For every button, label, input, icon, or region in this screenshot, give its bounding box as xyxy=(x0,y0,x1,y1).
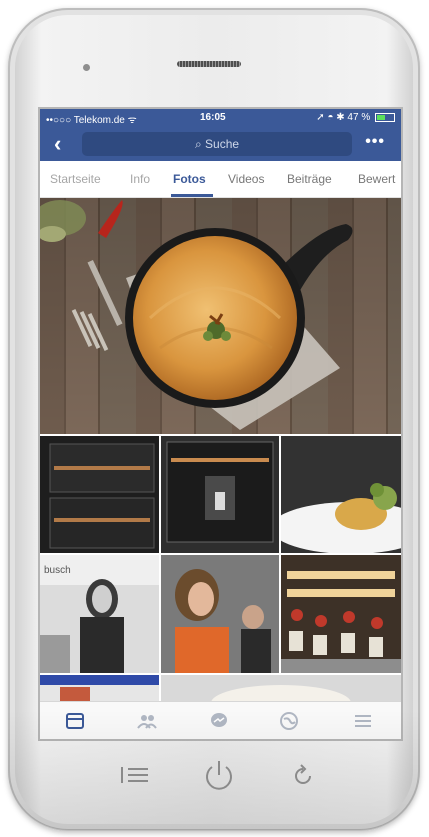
photo-woman-bw[interactable]: busch xyxy=(40,555,159,673)
tab-bewertungen[interactable]: Bewert xyxy=(358,172,395,186)
photo-hero-pie[interactable] xyxy=(40,198,401,434)
battery-icon xyxy=(375,112,395,122)
photo-oven-black[interactable] xyxy=(40,436,159,553)
menu-icon xyxy=(355,715,371,727)
tab-info[interactable]: Info xyxy=(130,172,150,186)
status-bar: ••○○○ Telekom.de ᯤ 16:05 ➚ ◓ ✱ 47 % xyxy=(40,109,401,127)
status-indicators: ➚ ◓ ✱ 47 % xyxy=(316,112,395,123)
tab-beitraege[interactable]: Beiträge xyxy=(287,172,332,186)
friends-tab[interactable] xyxy=(136,710,158,732)
tab-startseite[interactable]: Startseite xyxy=(50,172,101,186)
svg-text:busch: busch xyxy=(44,565,71,576)
woman-orange-illustration xyxy=(161,555,279,673)
feed-icon xyxy=(66,713,84,729)
tab-videos[interactable]: Videos xyxy=(228,172,264,186)
power-button[interactable] xyxy=(202,759,236,798)
earpiece-speaker xyxy=(177,61,241,67)
messenger-icon xyxy=(211,713,227,727)
pie-photo-illustration xyxy=(40,198,401,434)
search-field[interactable]: ⌕ Suche xyxy=(82,132,352,156)
menu-tab[interactable] xyxy=(352,710,374,732)
nav-bar: ‹ ⌕ Suche ••• xyxy=(40,127,401,161)
back-button[interactable]: ‹ xyxy=(54,133,61,155)
photo-woman-orange[interactable] xyxy=(161,555,279,673)
event-illustration xyxy=(40,675,159,701)
phone-screen: ••○○○ Telekom.de ᯤ 16:05 ➚ ◓ ✱ 47 % ‹ ⌕ … xyxy=(40,109,401,739)
refresh-button[interactable] xyxy=(292,764,316,793)
photo-plated-dish[interactable] xyxy=(281,436,401,553)
search-placeholder: Suche xyxy=(205,137,240,151)
buffet-illustration xyxy=(281,555,401,673)
clock-label: 16:05 xyxy=(200,112,226,123)
dish-partial-illustration xyxy=(211,685,351,701)
notifications-tab[interactable] xyxy=(278,710,300,732)
search-icon: ⌕ xyxy=(194,137,206,151)
globe-icon xyxy=(280,712,298,730)
coffee-machine-illustration xyxy=(166,441,274,543)
plated-dish-illustration xyxy=(281,483,401,553)
power-icon xyxy=(206,761,232,790)
woman-bw-illustration: busch xyxy=(40,555,159,673)
page-tabs: Startseite Info Fotos Videos Beiträge Be… xyxy=(40,161,401,198)
photo-event-partial[interactable] xyxy=(40,675,159,701)
recent-apps-button[interactable] xyxy=(120,763,150,792)
photo-buffet[interactable] xyxy=(281,555,401,673)
refresh-icon xyxy=(295,764,311,784)
messenger-tab[interactable] xyxy=(208,710,230,732)
status-indicator-text: ➚ ◓ ✱ 47 % xyxy=(316,112,371,123)
feed-tab[interactable] xyxy=(64,710,86,732)
chevron-left-icon: ‹ xyxy=(54,131,62,156)
more-button[interactable]: ••• xyxy=(365,133,385,151)
tab-fotos[interactable]: Fotos xyxy=(173,172,206,186)
active-tab-indicator xyxy=(171,194,213,197)
photo-coffee-machine[interactable] xyxy=(161,436,279,553)
carrier-label: ••○○○ Telekom.de ᯤ xyxy=(46,115,137,126)
bottom-tab-bar xyxy=(40,701,401,739)
oven-illustration xyxy=(49,443,155,549)
photo-dish-partial[interactable] xyxy=(161,675,401,701)
list-icon xyxy=(121,767,148,783)
friends-icon xyxy=(137,715,157,729)
front-camera xyxy=(83,64,90,71)
